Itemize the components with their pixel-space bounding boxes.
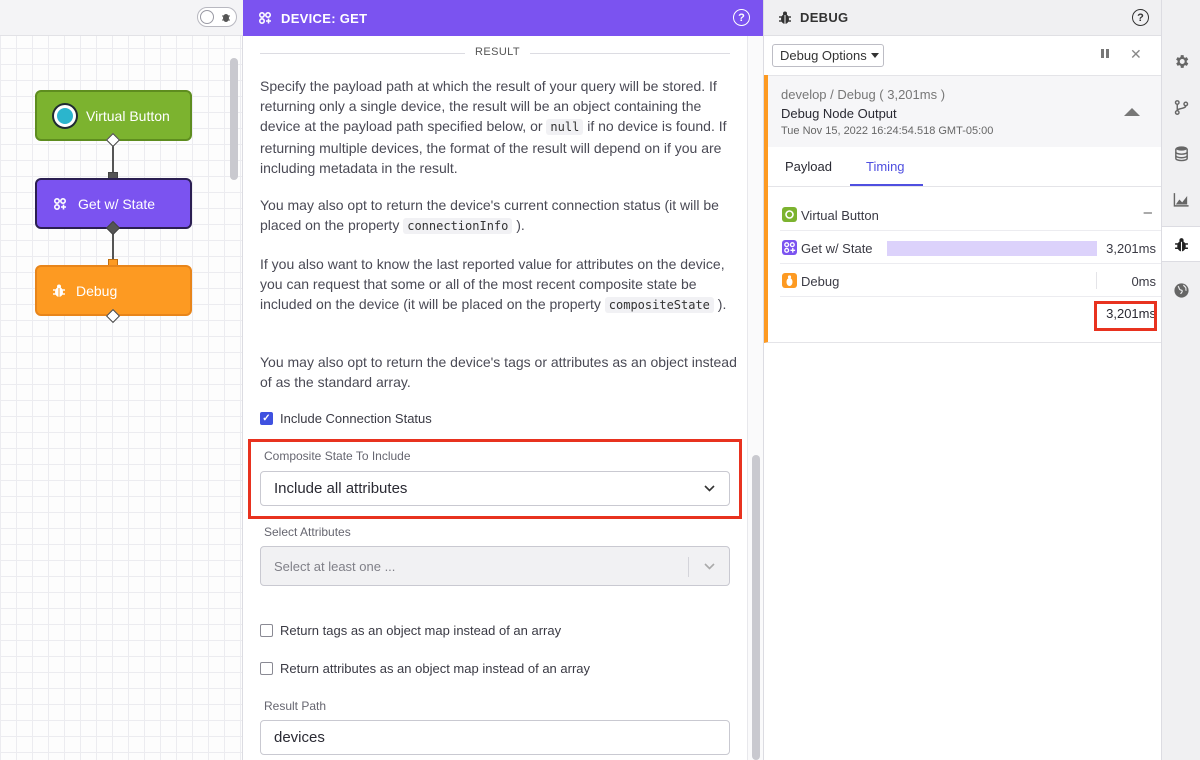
return-attributes-row[interactable]: Return attributes as an object map inste…	[260, 661, 590, 676]
bug-icon	[53, 284, 65, 297]
rail-storage[interactable]	[1162, 135, 1200, 171]
editor-title: DEVICE: GET	[281, 10, 368, 26]
description-paragraph: Specify the payload path at which the re…	[260, 78, 727, 176]
timing-bar	[1096, 272, 1097, 289]
rail-debug[interactable]	[1162, 226, 1200, 262]
globe-icon	[1174, 282, 1189, 298]
rail-settings[interactable]	[1162, 43, 1200, 79]
database-icon	[1175, 145, 1188, 161]
virtual-button-icon	[54, 104, 76, 127]
result-path-input[interactable]: devices	[260, 720, 730, 755]
timing-node-name: Get w/ State	[801, 241, 873, 256]
node-label: Get w/ State	[78, 195, 156, 212]
pause-icon[interactable]	[1101, 49, 1111, 59]
return-tags-row[interactable]: Return tags as an object map instead of …	[260, 623, 561, 638]
return-tags-checkbox[interactable]	[260, 624, 273, 637]
chevron-down-icon	[704, 563, 715, 570]
bug-icon	[779, 11, 791, 24]
device-icon	[53, 197, 67, 210]
node-debug[interactable]: Debug	[35, 265, 192, 316]
canvas-scrollbar[interactable]	[230, 58, 238, 180]
highlight-box	[248, 439, 742, 519]
debug-header: DEBUG ?	[764, 0, 1162, 36]
node-label: Virtual Button	[86, 107, 170, 124]
editor-header: DEVICE: GET ?	[243, 0, 763, 36]
debug-message-header[interactable]: develop / Debug ( 3,201ms ) Debug Node O…	[768, 75, 1162, 147]
select-attributes-label: Select Attributes	[264, 525, 351, 539]
checkbox-label: Return attributes as an object map inste…	[280, 661, 591, 676]
highlight-box	[1094, 301, 1157, 331]
select-placeholder: Select at least one ...	[274, 558, 396, 574]
rail-stats[interactable]	[1162, 181, 1200, 217]
right-icon-rail	[1161, 0, 1200, 760]
device-icon	[782, 240, 797, 255]
caret-down-icon	[870, 53, 879, 58]
debug-options-dropdown[interactable]: Debug Options	[772, 44, 884, 67]
gear-icon	[1176, 54, 1189, 68]
timing-row: Virtual Button –	[780, 198, 1162, 231]
return-attributes-checkbox[interactable]	[260, 662, 273, 675]
workflow-canvas[interactable]: Virtual Button Get w/ State Debug	[0, 0, 243, 760]
section-label: RESULT	[465, 46, 530, 58]
device-icon	[258, 11, 272, 25]
editor-body: RESULT Specify the payload path at which…	[243, 36, 748, 760]
select-attributes-select[interactable]: Select at least one ...	[260, 546, 730, 586]
include-connection-status-row[interactable]: ✓ Include Connection Status	[260, 411, 432, 426]
input-value: devices	[274, 729, 325, 746]
tab-payload[interactable]: Payload	[785, 159, 832, 174]
active-tab-indicator	[850, 184, 923, 186]
inline-code: compositeState	[604, 297, 714, 314]
inline-code: connectionInfo	[403, 218, 513, 235]
debug-title: DEBUG	[800, 10, 849, 25]
timing-node-name: Virtual Button	[801, 208, 879, 223]
message-path: develop / Debug ( 3,201ms )	[781, 87, 946, 102]
timing-row: Get w/ State 3,201ms	[780, 231, 1162, 264]
chart-icon	[1173, 192, 1189, 207]
help-icon[interactable]: ?	[1132, 9, 1149, 26]
debug-panel: DEBUG ? Debug Options ✕ develop / Debug …	[763, 0, 1162, 760]
bug-icon	[1175, 237, 1188, 251]
node-label: Debug	[76, 282, 118, 299]
rail-versions[interactable]	[1162, 89, 1200, 125]
tab-timing[interactable]: Timing	[866, 159, 905, 174]
description-paragraph: You may also opt to return the device's …	[260, 354, 737, 391]
message-timestamp: Tue Nov 15, 2022 16:24:54.518 GMT-05:00	[781, 125, 994, 137]
inline-code: null	[546, 119, 584, 136]
help-icon[interactable]: ?	[733, 9, 750, 26]
timing-value: 0ms	[1131, 274, 1156, 289]
node-editor-panel: DEVICE: GET ? RESULT Specify the payload…	[243, 0, 763, 760]
timing-value: 3,201ms	[1106, 241, 1156, 256]
timing-bar	[887, 241, 1097, 256]
result-path-label: Result Path	[264, 699, 327, 713]
timing-node-name: Debug	[801, 274, 840, 289]
virtual-button-icon	[782, 207, 797, 222]
message-title: Debug Node Output	[781, 106, 897, 121]
debug-tabs: Payload Timing	[768, 147, 1162, 187]
checkbox-label: Return tags as an object map instead of …	[280, 623, 562, 638]
description-paragraph: If you also want to know the last report…	[260, 256, 727, 314]
dropdown-label: Debug Options	[780, 48, 867, 63]
select-separator	[688, 557, 689, 577]
include-connection-status-checkbox[interactable]: ✓	[260, 412, 273, 425]
bug-icon	[222, 14, 230, 22]
close-icon[interactable]: ✕	[1130, 46, 1142, 63]
rail-globe[interactable]	[1162, 272, 1200, 308]
editor-scrollbar[interactable]	[752, 455, 760, 760]
branch-icon	[1174, 99, 1189, 115]
toggle-knob	[200, 10, 214, 24]
checkbox-label: Include Connection Status	[280, 411, 432, 426]
debug-toggle[interactable]	[197, 7, 237, 27]
timing-row: Debug 0ms	[780, 264, 1162, 297]
timing-value: –	[1143, 204, 1152, 221]
bug-icon	[782, 273, 797, 288]
description-paragraph: You may also opt to return the device's …	[260, 197, 719, 235]
collapse-icon[interactable]	[1124, 108, 1140, 116]
